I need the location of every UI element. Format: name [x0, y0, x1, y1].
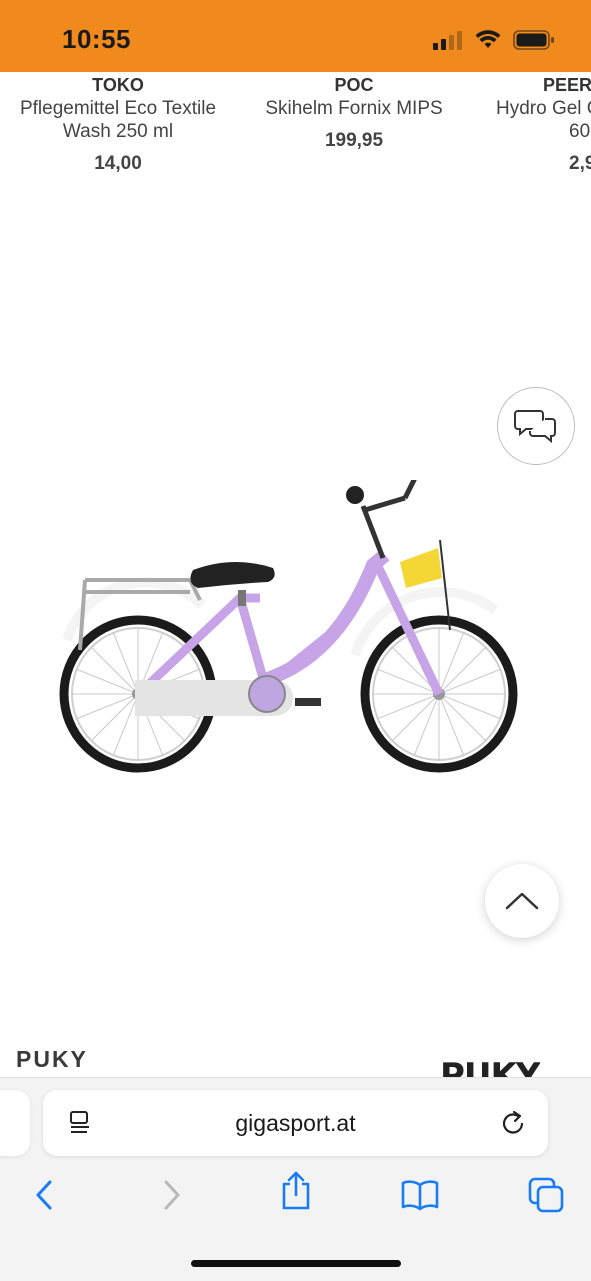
forward-button[interactable]: [152, 1175, 192, 1215]
chat-button[interactable]: [497, 387, 575, 465]
product-image-bicycle[interactable]: [55, 480, 530, 775]
product-name: Pflegemittel Eco Textile: [19, 98, 217, 119]
scroll-to-top-button[interactable]: [485, 864, 559, 938]
url-text: gigasport.at: [235, 1110, 356, 1136]
cellular-signal-icon: [433, 31, 462, 50]
chat-bubbles-icon: [514, 410, 556, 444]
previous-tab-preview[interactable]: [0, 1090, 30, 1156]
battery-icon: [513, 30, 554, 50]
product-price: 14,00: [94, 153, 142, 174]
book-icon: [401, 1180, 439, 1211]
product-name: Wash 250 ml: [62, 121, 174, 142]
tabs-button[interactable]: [526, 1175, 566, 1215]
home-indicator: [191, 1260, 401, 1267]
product-brand: PEERO: [543, 75, 591, 95]
product-price: 2,9: [569, 153, 591, 174]
product-name: 60: [569, 121, 591, 142]
status-bar: 10:55: [0, 0, 591, 72]
address-bar[interactable]: gigasport.at: [43, 1090, 548, 1156]
product-card[interactable]: POC Skihelm Fornix MIPS 199,95: [244, 74, 464, 152]
product-name: Skihelm Fornix MIPS: [265, 98, 443, 119]
share-button[interactable]: [276, 1170, 316, 1210]
share-icon: [282, 1171, 310, 1210]
brand-logo[interactable]: PUKY: [440, 1056, 540, 1078]
product-brand: POC: [334, 75, 374, 95]
back-button[interactable]: [24, 1175, 64, 1215]
product-card[interactable]: PEERO Hydro Gel C 60 2,9: [496, 74, 591, 175]
bookmarks-button[interactable]: [400, 1175, 440, 1215]
chevron-right-icon: [164, 1180, 180, 1210]
product-card[interactable]: TOKO Pflegemittel Eco Textile Wash 250 m…: [8, 74, 228, 175]
wifi-icon: [475, 30, 501, 48]
status-time: 10:55: [62, 24, 131, 54]
reload-icon[interactable]: [500, 1109, 528, 1142]
status-icons: [433, 28, 555, 52]
chevron-up-icon: [505, 892, 539, 910]
brand-label: PUKY: [16, 1046, 88, 1072]
product-brand: TOKO: [92, 75, 144, 95]
product-price: 199,95: [324, 130, 384, 151]
chevron-left-icon: [36, 1180, 52, 1210]
tabs-icon: [528, 1177, 564, 1213]
product-name: Hydro Gel C: [496, 98, 591, 119]
